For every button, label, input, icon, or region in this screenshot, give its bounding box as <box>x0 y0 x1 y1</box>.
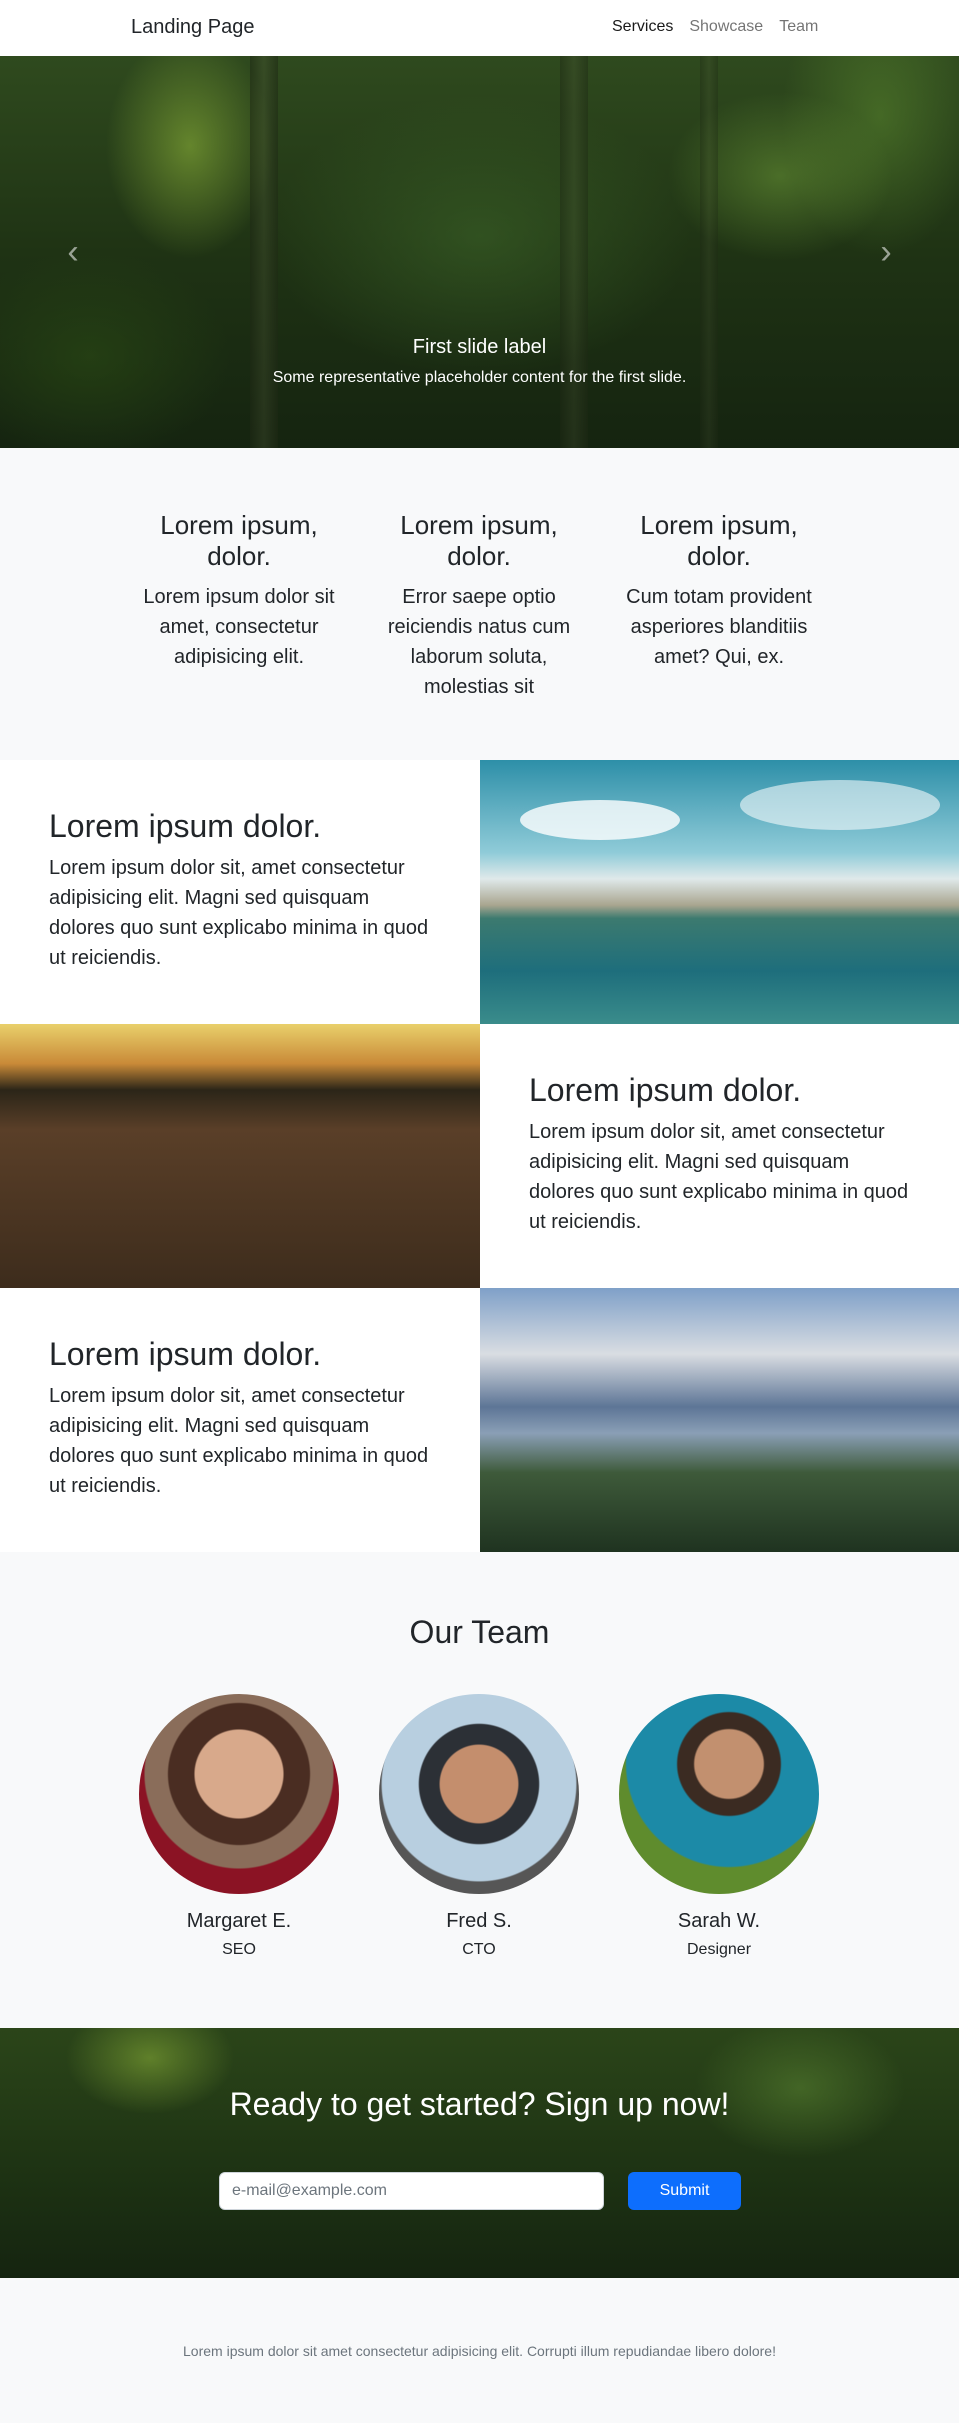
nav-links: Services Showcase Team <box>612 18 818 36</box>
showcase-row: Lorem ipsum dolor. Lorem ipsum dolor sit… <box>0 1288 959 1552</box>
team-member: Margaret E. SEO <box>139 1694 339 1959</box>
feature-card: Lorem ipsum, dolor. Error saepe optio re… <box>369 510 589 702</box>
lake-landscape-image <box>480 760 959 1024</box>
avatar <box>139 1694 339 1894</box>
signup-heading: Ready to get started? Sign up now! <box>229 2086 730 2122</box>
carousel-prev-button[interactable]: ‹ <box>58 232 88 272</box>
team-heading: Our Team <box>409 1614 550 1650</box>
forest-background <box>700 56 718 448</box>
showcase-text: Lorem ipsum dolor. Lorem ipsum dolor sit… <box>0 1288 480 1552</box>
submit-button[interactable]: Submit <box>628 2172 741 2210</box>
member-name: Margaret E. <box>186 1910 292 1932</box>
footer-text: Lorem ipsum dolor sit amet consectetur a… <box>183 2343 776 2359</box>
showcase-row: Lorem ipsum dolor. Lorem ipsum dolor sit… <box>0 1024 959 1288</box>
chevron-left-icon: ‹ <box>67 233 79 271</box>
mountain-valley-image <box>480 1288 959 1552</box>
feature-text: Error saepe optio reiciendis natus cum l… <box>387 586 571 699</box>
member-role: CTO <box>462 1941 496 1958</box>
sunset-dock-image <box>0 1024 480 1288</box>
cloud <box>520 800 680 840</box>
member-role: Designer <box>686 1941 752 1958</box>
avatar <box>379 1694 579 1894</box>
chevron-right-icon: › <box>880 233 892 271</box>
caption-text: Some representative placeholder content … <box>272 369 687 386</box>
showcase-text: Lorem ipsum dolor. Lorem ipsum dolor sit… <box>0 760 480 1024</box>
carousel-caption: First slide label Some representative pl… <box>0 336 959 387</box>
avatar <box>619 1694 819 1894</box>
email-field[interactable] <box>219 2172 604 2210</box>
feature-card: Lorem ipsum, dolor. Cum totam provident … <box>609 510 829 672</box>
feature-text: Cum totam provident asperiores blanditii… <box>626 586 812 669</box>
showcase-body: Lorem ipsum dolor sit, amet consectetur … <box>49 857 429 969</box>
forest-background <box>560 56 588 448</box>
showcase-title: Lorem ipsum dolor. <box>529 1072 802 1108</box>
feature-title: Lorem ipsum, dolor. <box>640 510 798 572</box>
forest-background <box>250 56 278 448</box>
showcase-body: Lorem ipsum dolor sit, amet consectetur … <box>49 1385 429 1497</box>
showcase-section: Lorem ipsum dolor. Lorem ipsum dolor sit… <box>0 760 959 1552</box>
footer: Lorem ipsum dolor sit amet consectetur a… <box>0 2278 959 2423</box>
signup-section: Ready to get started? Sign up now! Submi… <box>0 2028 959 2278</box>
nav-link-services[interactable]: Services <box>612 18 673 36</box>
nav-link-team[interactable]: Team <box>779 18 818 36</box>
team-member: Sarah W. Designer <box>619 1694 819 1959</box>
showcase-title: Lorem ipsum dolor. <box>49 1336 322 1372</box>
hero-carousel: ‹ › First slide label Some representativ… <box>0 56 959 448</box>
showcase-row: Lorem ipsum dolor. Lorem ipsum dolor sit… <box>0 760 959 1024</box>
nav-link-showcase[interactable]: Showcase <box>689 18 763 36</box>
showcase-title: Lorem ipsum dolor. <box>49 808 322 844</box>
feature-title: Lorem ipsum, dolor. <box>400 510 558 572</box>
navbar: Landing Page Services Showcase Team <box>0 0 959 56</box>
feature-title: Lorem ipsum, dolor. <box>160 510 318 572</box>
cloud <box>740 780 940 830</box>
brand-logo[interactable]: Landing Page <box>131 16 254 39</box>
caption-title: First slide label <box>412 336 547 358</box>
feature-card: Lorem ipsum, dolor. Lorem ipsum dolor si… <box>129 510 349 672</box>
team-section: Our Team Margaret E. SEO Fred S. CTO Sar… <box>0 1552 959 2028</box>
carousel-next-button[interactable]: › <box>871 232 901 272</box>
member-name: Fred S. <box>446 1910 512 1932</box>
feature-text: Lorem ipsum dolor sit amet, consectetur … <box>143 586 335 669</box>
member-role: SEO <box>222 1941 256 1958</box>
team-member: Fred S. CTO <box>379 1694 579 1959</box>
features-section: Lorem ipsum, dolor. Lorem ipsum dolor si… <box>0 448 959 760</box>
showcase-text: Lorem ipsum dolor. Lorem ipsum dolor sit… <box>480 1024 959 1288</box>
showcase-body: Lorem ipsum dolor sit, amet consectetur … <box>529 1121 909 1233</box>
member-name: Sarah W. <box>677 1910 761 1932</box>
